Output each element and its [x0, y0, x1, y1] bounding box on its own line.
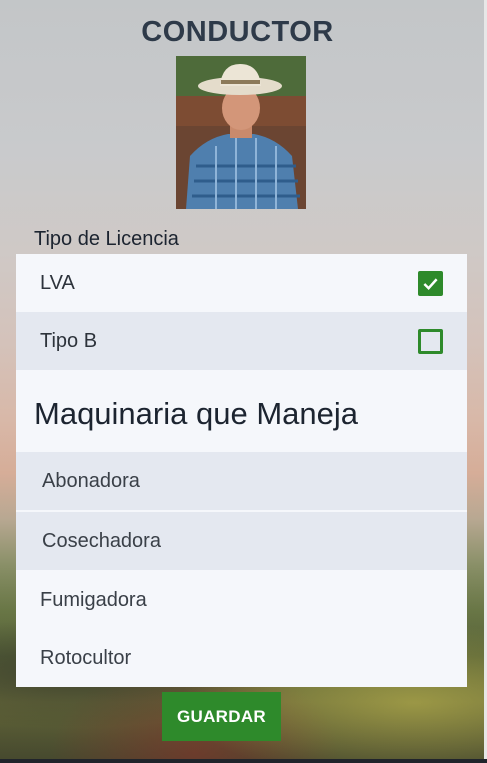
page-title: CONDUCTOR	[141, 16, 334, 48]
license-type-label: Tipo de Licencia	[34, 228, 179, 250]
checkmark-icon	[423, 277, 438, 290]
driver-photo	[176, 56, 306, 209]
machinery-item-label: Cosechadora	[42, 529, 161, 552]
machinery-item-label: Abonadora	[42, 469, 140, 492]
license-option-tipo-b[interactable]: Tipo B	[16, 312, 467, 370]
license-option-label: LVA	[40, 271, 75, 294]
tipo-b-checkbox[interactable]	[418, 328, 443, 354]
license-option-lva[interactable]: LVA	[16, 254, 467, 312]
machinery-item-rotocultor[interactable]: Rotocultor	[16, 629, 467, 687]
machinery-item-label: Rotocultor	[40, 646, 132, 669]
machinery-item-cosechadora[interactable]: Cosechadora	[16, 512, 467, 570]
save-button[interactable]: GUARDAR	[162, 692, 281, 741]
driver-portrait-image	[176, 56, 306, 209]
machinery-item-label: Fumigadora	[40, 588, 147, 611]
form-card: LVA Tipo B Maquinaria que Maneja Abonado…	[16, 254, 467, 687]
license-option-label: Tipo B	[40, 329, 98, 352]
lva-checkbox[interactable]	[418, 270, 443, 296]
machinery-item-fumigadora[interactable]: Fumigadora	[16, 571, 467, 629]
bottom-bar	[0, 759, 487, 763]
machinery-heading: Maquinaria que Maneja	[34, 396, 358, 431]
machinery-item-abonadora[interactable]: Abonadora	[16, 452, 467, 510]
